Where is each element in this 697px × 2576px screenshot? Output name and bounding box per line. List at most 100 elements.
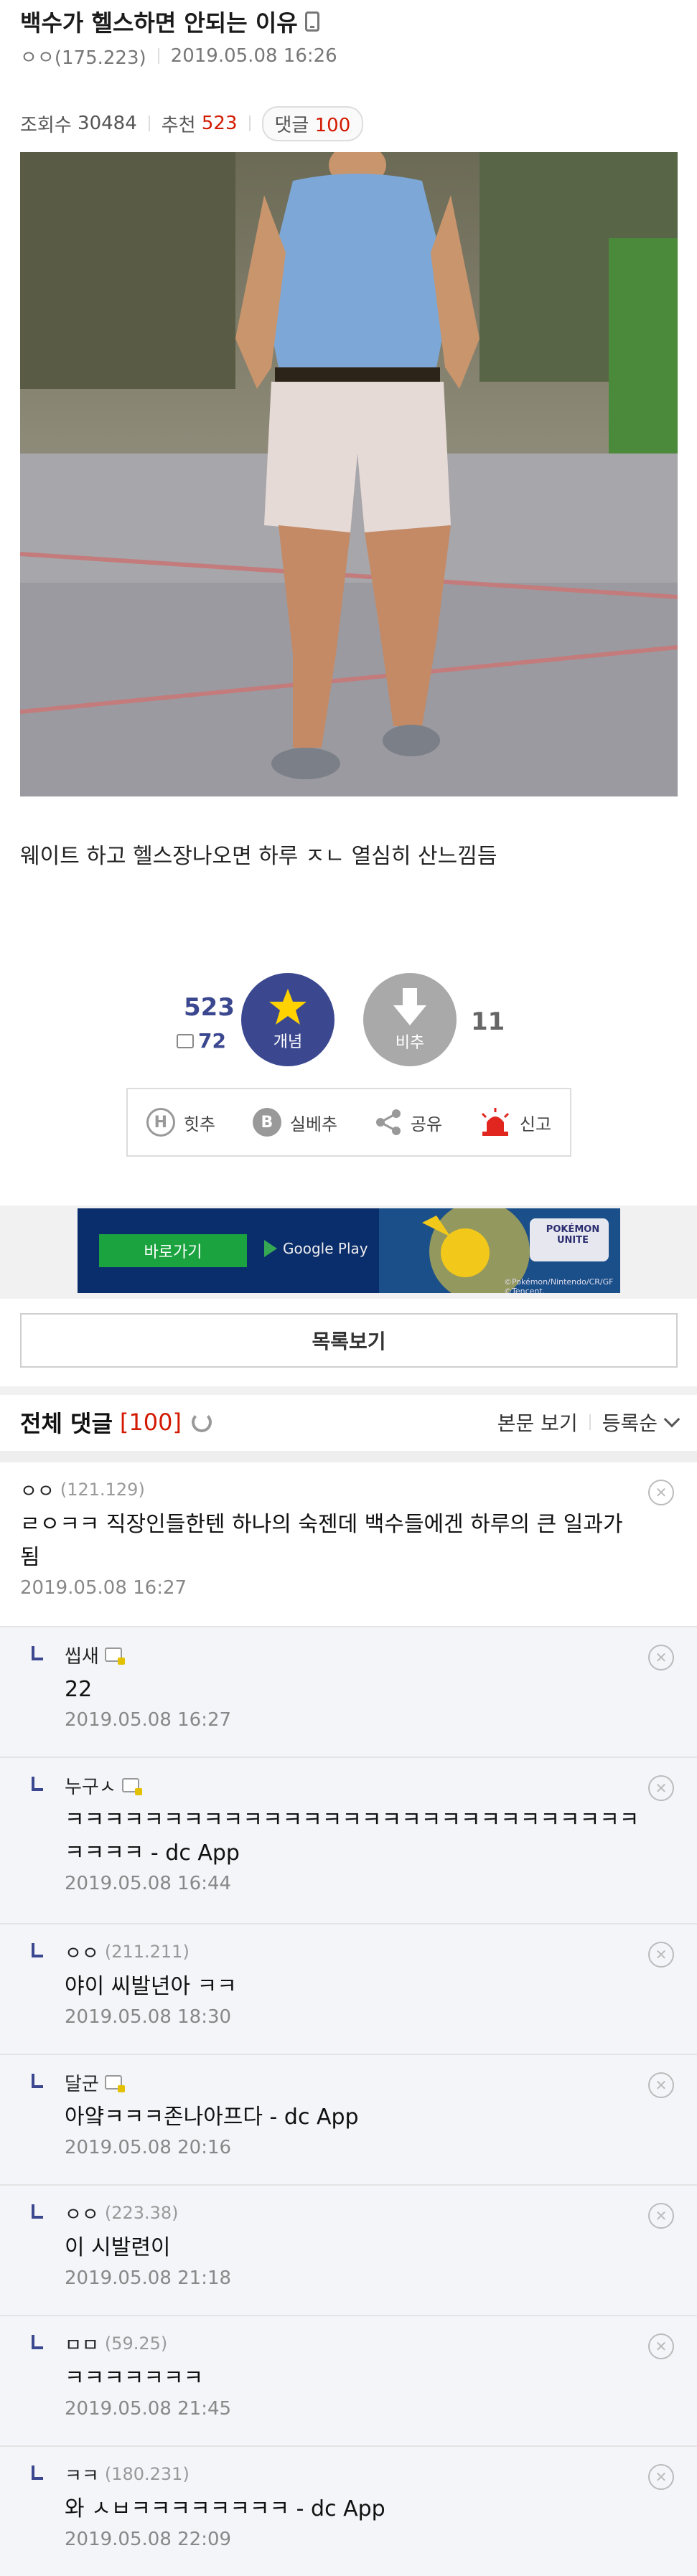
comment-author-row: ㅇㅇ (211.211)	[65, 1937, 640, 1966]
comments-divider	[0, 1451, 697, 1462]
chevron-down-icon[interactable]	[663, 1411, 680, 1428]
comment-author[interactable]: ㅁㅁ	[65, 2331, 99, 2357]
upvote-button[interactable]: 개념	[241, 973, 335, 1066]
comments-title: 전체 댓글	[20, 1410, 113, 1437]
report-button[interactable]: 신고	[480, 1108, 551, 1137]
comment-author-row: ㅇㅇ (121.129)	[20, 1475, 640, 1504]
reply-item: 달군 아얔ㅋㅋㅋ존나아프다 - dc App 2019.05.08 20:16 …	[0, 2055, 697, 2186]
gallog-icon[interactable]	[121, 1778, 142, 1795]
comment-date: 2019.05.08 16:27	[20, 1577, 187, 1599]
comment-text: ㄹㅇㅋㅋ 직장인들한텐 하나의 숙젠데 백수들에겐 하루의 큰 일과가 됨	[20, 1512, 623, 1570]
comment-text: 와 ㅅㅂㅋㅋㅋㅋㅋㅋㅋㅋ - dc App	[65, 2496, 385, 2521]
comment-count-button[interactable]: 댓글 100	[261, 105, 364, 141]
comment-author[interactable]: 누구ㅅ	[65, 1772, 116, 1799]
comment-date: 2019.05.08 20:16	[65, 2137, 232, 2158]
reply-arrow-icon	[32, 2335, 43, 2349]
comment-author[interactable]: ㅇㅇ	[65, 1939, 99, 1965]
hit-recommend-label: 힛추	[183, 1114, 216, 1134]
gallog-icon[interactable]	[104, 2075, 125, 2092]
author[interactable]: ㅇㅇ(175.223)	[20, 43, 146, 70]
comment-ip: (223.38)	[104, 2203, 179, 2223]
best-recommend-label: 실베추	[289, 1114, 338, 1134]
comment-author-row: 달군	[65, 2068, 640, 2097]
upvote-count: 523	[184, 993, 235, 1022]
views-count: 30484	[78, 113, 137, 134]
comment-date: 2019.05.08 16:44	[65, 1873, 232, 1894]
post-title: 백수가 헬스하면 안되는 이유	[20, 9, 298, 37]
delete-icon[interactable]: ✕	[648, 2333, 674, 2359]
post-meta: ㅇㅇ(175.223) 2019.05.08 16:26	[20, 42, 337, 70]
h-badge-icon: H	[146, 1108, 175, 1137]
downvote-count: 11	[471, 1007, 505, 1036]
comment-author[interactable]: 달군	[65, 2069, 99, 2096]
comment-body: ㅇㅇ (211.211) 야이 씨발년아 ㅋㅋ 2019.05.08 18:30	[65, 1937, 640, 2028]
google-play-label: Google Play	[283, 1240, 368, 1257]
views-label: 조회수	[20, 114, 72, 136]
refresh-icon[interactable]	[191, 1412, 212, 1432]
divider	[589, 1414, 591, 1430]
comment-body: ㅇㅇ (121.129) ㄹㅇㅋㅋ 직장인들한텐 하나의 숙젠데 백수들에겐 하…	[20, 1475, 640, 1599]
comment-date: 2019.05.08 21:45	[65, 2398, 232, 2420]
comment-body: ㅁㅁ (59.25) ㅋㅋㅋㅋㅋㅋㅋ 2019.05.08 21:45	[65, 2329, 640, 2420]
comments-total: [100]	[119, 1409, 182, 1436]
ad-banner[interactable]: 바로가기 Google Play POKÉMON UNITE ©Pokémon/…	[78, 1208, 620, 1293]
delete-icon[interactable]: ✕	[648, 2464, 674, 2490]
post-action-bar: H 힛추 B 실베추 공유 신고	[126, 1088, 571, 1157]
recommend-label: 추천	[161, 114, 196, 136]
report-label: 신고	[519, 1114, 552, 1134]
comment-ip: (180.231)	[104, 2464, 190, 2484]
comment-text: ㅋㅋㅋㅋㅋㅋㅋㅋㅋㅋㅋㅋㅋㅋㅋㅋㅋㅋㅋㅋㅋㅋㅋㅋㅋㅋㅋㅋㅋㅋㅋㅋㅋ - dc A…	[65, 1808, 640, 1866]
comment-item: ㅇㅇ (121.129) ㄹㅇㅋㅋ 직장인들한텐 하나의 숙젠데 백수들에겐 하…	[0, 1462, 697, 1627]
comment-body: ㅇㅇ (223.38) 이 시발련이 2019.05.08 21:18	[65, 2199, 640, 2289]
upvote-label: 개념	[273, 1033, 303, 1051]
fixed-upvote-value: 72	[198, 1029, 226, 1053]
comment-author-row: 씹새	[65, 1640, 640, 1669]
reply-arrow-icon	[32, 2074, 43, 2088]
downvote-button[interactable]: 비추	[363, 973, 457, 1066]
comment-date: 2019.05.08 21:18	[65, 2267, 232, 2289]
delete-icon[interactable]: ✕	[648, 1645, 674, 1670]
share-button[interactable]: 공유	[375, 1109, 442, 1136]
reply-item: ㅇㅇ (223.38) 이 시발련이 2019.05.08 21:18 ✕	[0, 2186, 697, 2316]
comment-author-row: ㅋㅋ (180.231)	[65, 2460, 640, 2488]
hit-recommend-button[interactable]: H 힛추	[146, 1108, 215, 1137]
downvote-label: 비추	[395, 1034, 425, 1052]
comments-label: 댓글	[274, 114, 309, 136]
share-icon	[375, 1109, 401, 1135]
comment-author-row: 누구ㅅ	[65, 1771, 640, 1800]
comment-text: 22	[65, 1677, 93, 1702]
comment-author[interactable]: ㅇㅇ	[65, 2200, 99, 2227]
reply-item: 씹새 22 2019.05.08 16:27 ✕	[0, 1627, 697, 1758]
star-icon	[269, 989, 307, 1025]
gallog-icon[interactable]	[104, 1647, 125, 1665]
arrow-down-icon	[393, 988, 426, 1025]
delete-icon[interactable]: ✕	[648, 1775, 674, 1801]
google-play-badge: Google Play	[264, 1240, 368, 1257]
delete-icon[interactable]: ✕	[648, 1942, 674, 1968]
ad-go-button[interactable]: 바로가기	[99, 1234, 247, 1267]
comment-author[interactable]: ㅋㅋ	[65, 2461, 99, 2488]
post-stats: 조회수 30484 추천 523 댓글 100	[20, 105, 364, 141]
delete-icon[interactable]: ✕	[648, 2203, 674, 2229]
comments-count: 100	[314, 114, 351, 136]
comment-body: 누구ㅅ ㅋㅋㅋㅋㅋㅋㅋㅋㅋㅋㅋㅋㅋㅋㅋㅋㅋㅋㅋㅋㅋㅋㅋㅋㅋㅋㅋㅋㅋㅋㅋㅋㅋ - …	[65, 1771, 640, 1895]
ad-brand: POKÉMON UNITE	[546, 1224, 600, 1246]
delete-icon[interactable]: ✕	[648, 2072, 674, 2098]
comment-author[interactable]: 씹새	[65, 1642, 99, 1668]
best-recommend-button[interactable]: B 실베추	[252, 1108, 338, 1137]
post-datetime: 2019.05.08 16:26	[170, 45, 337, 67]
comment-body: 달군 아얔ㅋㅋㅋ존나아프다 - dc App 2019.05.08 20:16	[65, 2068, 640, 2159]
sort-select[interactable]: 등록순	[602, 1408, 658, 1437]
comment-date: 2019.05.08 18:30	[65, 2006, 232, 2028]
vote-area: 523 72 개념 비추 11	[0, 972, 697, 1072]
comment-author[interactable]: ㅇㅇ	[20, 1477, 55, 1503]
view-body-button[interactable]: 본문 보기	[497, 1408, 578, 1437]
gallog-icon	[177, 1033, 194, 1048]
reply-arrow-icon	[32, 1777, 43, 1791]
comment-body: 씹새 22 2019.05.08 16:27	[65, 1640, 640, 1731]
list-view-button[interactable]: 목록보기	[20, 1313, 678, 1368]
comment-text: 야이 씨발년아 ㅋㅋ	[65, 1974, 237, 1999]
delete-icon[interactable]: ✕	[648, 1480, 674, 1505]
google-play-icon	[264, 1240, 277, 1257]
post-photo	[20, 152, 678, 796]
